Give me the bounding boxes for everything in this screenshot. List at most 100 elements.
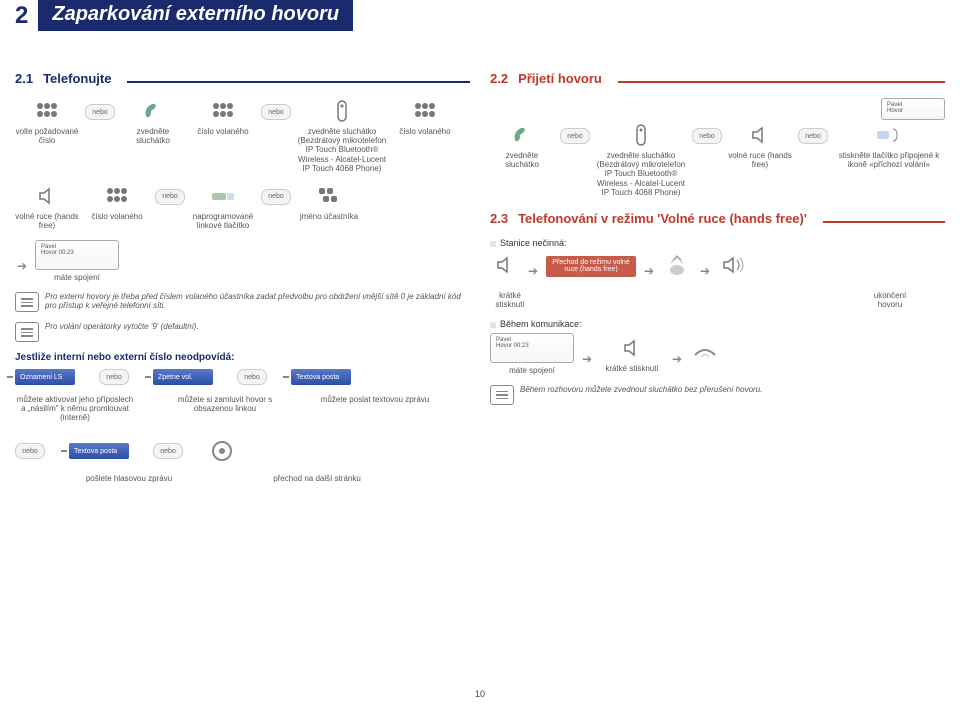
context-idle: Stanice nečinná: — [490, 238, 945, 248]
section-2-3-heading: 2.3 Telefonování v režimu 'Volné ruce (h… — [490, 211, 945, 226]
bt-handset-step: zvedněte sluchátko (Bezdrátový mikrotele… — [297, 98, 387, 173]
or-pill: nebo — [261, 104, 291, 120]
arrow-icon: ➔ — [698, 264, 712, 278]
nav-circle-icon — [207, 438, 237, 464]
page-number: 10 — [475, 689, 485, 699]
dial-number3-step: číslo volaného — [393, 98, 457, 136]
end-call-label: ukončení hovoru — [865, 291, 915, 309]
note-icon — [15, 292, 39, 312]
tip-external: Pro externí hovory je třeba před číslem … — [15, 292, 470, 312]
led-button-icon — [662, 252, 692, 278]
or-pill: nebo — [155, 189, 185, 205]
note-icon — [490, 385, 514, 405]
softkey-callback[interactable]: Zpetne vol. — [153, 369, 213, 385]
speaker-icon — [745, 122, 775, 148]
prog-label: naprogramované linkové tlačítko — [191, 212, 255, 230]
bt-label: zvedněte sluchátko (Bezdrátový mikrotele… — [596, 151, 686, 197]
display-incoming: Pavel Hovor — [881, 98, 945, 120]
tip2-text: Pro volání operátorky vytočte '9' (defau… — [45, 322, 199, 331]
display-screen-2: Pavel Hovor 00:23 — [490, 333, 574, 363]
bt-handset-icon — [626, 122, 656, 148]
lift-handset-step: zvedněte sluchátko — [121, 98, 185, 145]
incoming-linekey-step: stiskněte tlačítko připojené k ikoně «př… — [834, 122, 944, 169]
opt3-label: můžete poslat textovou zprávu — [315, 395, 435, 422]
line-key-icon — [874, 122, 904, 148]
keypad-icon — [410, 98, 440, 124]
dial-number4-step: číslo volaného — [85, 183, 149, 221]
name-step: jméno účastníka — [297, 183, 361, 221]
display-detail: Hovor 00:23 — [41, 250, 113, 256]
handsfree-step: volné ruce (hands free) — [728, 122, 792, 169]
tip-lift-during-hf: Během rozhovoru můžete zvednout sluchátk… — [490, 385, 945, 405]
handset-onhook-icon — [690, 339, 720, 365]
hf-label: volné ruce (hands free) — [728, 151, 792, 169]
lift-label: zvedněte sluchátko — [121, 127, 185, 145]
handsfree-step: volné ruce (hands free) — [15, 183, 79, 230]
or-pill: nebo — [560, 128, 590, 144]
num3-label: číslo volaného — [91, 212, 142, 221]
left-column: 2.1 Telefonujte volte požadované číslo n… — [15, 57, 470, 483]
section-2-2-num: 2.2 — [490, 71, 508, 86]
divider — [127, 81, 470, 83]
arrow-icon: ➔ — [526, 264, 540, 278]
or-pill: nebo — [798, 128, 828, 144]
keypad-icon — [102, 183, 132, 209]
line-label: stiskněte tlačítko připojené k ikoně «př… — [834, 151, 944, 169]
speaker-active-icon — [718, 252, 748, 278]
hf-mode-indicator: Přechod do režimu volné ruce (hands free… — [546, 256, 636, 277]
tip-operator: Pro volání operátorky vytočte '9' (defau… — [15, 322, 470, 342]
dial-number-step: volte požadované číslo — [15, 98, 79, 145]
or-pill: nebo — [692, 128, 722, 144]
section-2-3-title: Telefonování v režimu 'Volné ruce (hands… — [518, 211, 807, 226]
connected2-label: máte spojení — [490, 366, 574, 375]
dial-number2-step: číslo volaného — [191, 98, 255, 136]
hf-label: volné ruce (hands free) — [15, 212, 79, 230]
or-pill: nebo — [99, 369, 129, 385]
tip1-text: Pro externí hovory je třeba před číslem … — [45, 292, 470, 310]
bt-handset-icon — [327, 98, 357, 124]
divider — [618, 81, 945, 83]
section-2-1-heading: 2.1 Telefonujte — [15, 71, 470, 86]
arrow-icon: ➔ — [15, 259, 29, 273]
opt5-label: přechod na další stránku — [267, 474, 367, 483]
bt-handset-step: zvedněte sluchátko (Bezdrátový mikrotele… — [596, 122, 686, 197]
num2-label: číslo volaného — [399, 127, 450, 136]
speaker-icon — [617, 335, 647, 361]
opt1-label: můžete aktivovat jeho příposlech a „nási… — [15, 395, 135, 422]
section-2-2-heading: 2.2 Přijetí hovoru — [490, 71, 945, 86]
lift-handset-step: zvedněte sluchátko — [490, 122, 554, 169]
softkey-announce-ls[interactable]: Oznameni LS — [15, 369, 75, 385]
prog-key-icon — [208, 183, 238, 209]
arrow-icon: ➔ — [580, 352, 594, 366]
chapter-number: 2 — [15, 2, 28, 30]
arrow-icon: ➔ — [670, 352, 684, 366]
or-pill: nebo — [237, 369, 267, 385]
arrow-icon: ➔ — [642, 264, 656, 278]
speaker-icon — [32, 183, 62, 209]
softkey-text-mail-2[interactable]: Textova posta — [69, 443, 129, 459]
short-press-label: krátké stisknutí — [490, 291, 530, 309]
opt4-label: pošlete hlasovou zprávu — [79, 474, 179, 483]
short2-label: krátké stisknutí — [605, 364, 658, 373]
divider — [823, 221, 945, 223]
or-pill: nebo — [261, 189, 291, 205]
short-press-step: krátké stisknutí — [600, 335, 664, 373]
right-column: 2.2 Přijetí hovoru Pavel Hovor zvedněte … — [490, 57, 945, 483]
section-2-1-num: 2.1 — [15, 71, 33, 86]
display-screen: Pavel Hovor 00:23 — [35, 240, 119, 270]
note-icon — [15, 322, 39, 342]
name-label: jméno účastníka — [300, 212, 358, 221]
num-label: číslo volaného — [197, 127, 248, 136]
keypad-icon — [32, 98, 62, 124]
handset-icon — [507, 122, 537, 148]
prog-key-step: naprogramované linkové tlačítko — [191, 183, 255, 230]
handset-icon — [138, 98, 168, 124]
chapter-title: Zaparkování externího hovoru — [38, 0, 353, 31]
alpha-keypad-icon — [314, 183, 344, 209]
noanswer-heading: Jestliže interní nebo externí číslo neod… — [15, 352, 470, 363]
keypad-icon — [208, 98, 238, 124]
section-2-1-title: Telefonujte — [43, 71, 111, 86]
softkey-text-mail[interactable]: Textova posta — [291, 369, 351, 385]
tip-right-text: Během rozhovoru můžete zvednout sluchátk… — [520, 385, 762, 394]
or-pill: nebo — [85, 104, 115, 120]
